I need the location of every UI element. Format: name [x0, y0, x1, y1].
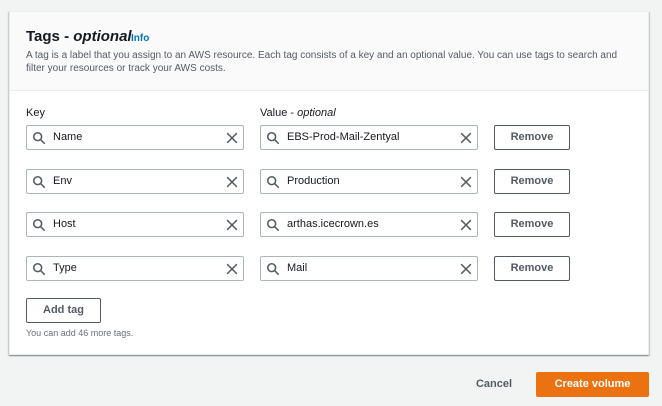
- tag-key-input[interactable]: Host: [26, 212, 244, 237]
- search-icon: [32, 218, 46, 232]
- tag-key-input[interactable]: Type: [26, 256, 244, 281]
- key-label-text: Key: [26, 107, 45, 119]
- create-volume-button[interactable]: Create volume: [536, 372, 649, 397]
- add-tag-button[interactable]: Add tag: [26, 298, 101, 323]
- search-icon: [32, 262, 46, 276]
- info-link[interactable]: Info: [131, 33, 149, 44]
- remove-tag-button[interactable]: Remove: [494, 169, 570, 194]
- clear-icon[interactable]: [225, 131, 239, 145]
- clear-icon[interactable]: [225, 262, 239, 276]
- tag-value-value: Production: [287, 175, 340, 187]
- tags-panel: Tags - optional Info A tag is a label th…: [9, 11, 649, 355]
- tag-key-value: Env: [53, 175, 72, 187]
- tag-key-input[interactable]: Name: [26, 125, 244, 150]
- cancel-button[interactable]: Cancel: [466, 374, 522, 394]
- panel-header: Tags - optional Info A tag is a label th…: [10, 12, 648, 91]
- tag-value-input[interactable]: EBS-Prod-Mail-Zentyal: [260, 125, 478, 150]
- clear-icon[interactable]: [459, 175, 473, 189]
- section-title-separator: -: [59, 28, 74, 45]
- tag-value-value: arthas.icecrown.es: [287, 218, 379, 230]
- tag-value-input[interactable]: arthas.icecrown.es: [260, 212, 478, 237]
- search-icon: [266, 175, 280, 189]
- tag-key-value: Host: [53, 218, 76, 230]
- tag-value-value: EBS-Prod-Mail-Zentyal: [287, 131, 400, 143]
- tag-key-input[interactable]: Env: [26, 169, 244, 194]
- clear-icon[interactable]: [225, 218, 239, 232]
- search-icon: [266, 218, 280, 232]
- search-icon: [266, 262, 280, 276]
- tag-value-input[interactable]: Production: [260, 169, 478, 194]
- remove-tag-button[interactable]: Remove: [494, 212, 570, 237]
- section-title-optional: optional: [73, 28, 132, 45]
- value-label-optional: optional: [297, 107, 336, 119]
- remove-tag-button[interactable]: Remove: [494, 125, 570, 150]
- clear-icon[interactable]: [225, 175, 239, 189]
- section-description: A tag is a label that you assign to an A…: [26, 50, 618, 74]
- tag-key-value: Type: [53, 262, 77, 274]
- clear-icon[interactable]: [459, 131, 473, 145]
- remaining-tags-hint: You can add 46 more tags.: [26, 328, 134, 338]
- value-label-separator: -: [287, 107, 298, 119]
- tag-key-value: Name: [53, 131, 83, 143]
- section-title: Tags - optional: [26, 28, 132, 45]
- clear-icon[interactable]: [459, 218, 473, 232]
- section-title-text: Tags: [26, 28, 60, 45]
- value-column-label: Value - optional: [260, 107, 336, 119]
- tag-value-value: Mail: [287, 262, 308, 274]
- key-column-label: Key: [26, 107, 45, 119]
- tag-value-input[interactable]: Mail: [260, 256, 478, 281]
- remove-tag-button[interactable]: Remove: [494, 256, 570, 281]
- value-label-text: Value: [260, 107, 288, 119]
- clear-icon[interactable]: [459, 262, 473, 276]
- search-icon: [32, 131, 46, 145]
- search-icon: [32, 175, 46, 189]
- search-icon: [266, 131, 280, 145]
